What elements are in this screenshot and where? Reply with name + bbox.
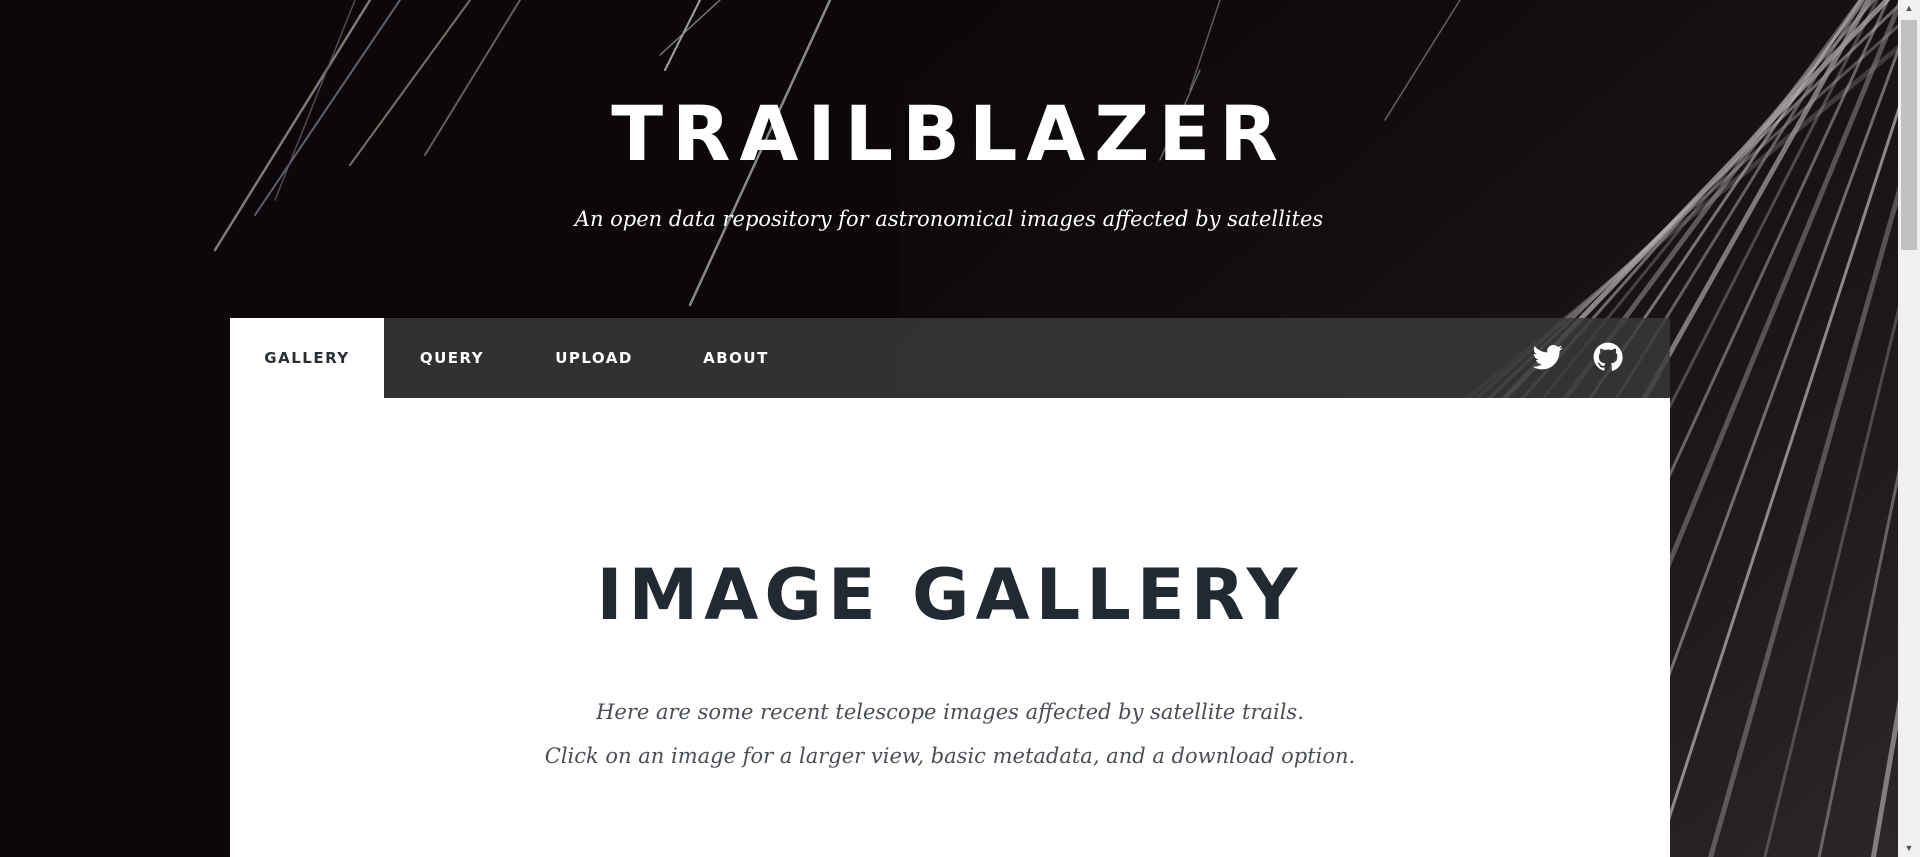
gallery-panel: IMAGE GALLERY Here are some recent teles…: [230, 398, 1670, 857]
page-title: IMAGE GALLERY: [596, 554, 1304, 636]
main-nav: GALLERY QUERY UPLOAD ABOUT: [230, 318, 1670, 398]
intro-line-2: Click on an image for a larger view, bas…: [544, 744, 1356, 768]
page-scrollbar[interactable]: ▲ ▼: [1898, 0, 1920, 857]
github-icon[interactable]: [1593, 342, 1623, 372]
intro-line-1: Here are some recent telescope images af…: [596, 700, 1304, 724]
nav-tab-query[interactable]: QUERY: [384, 318, 520, 398]
scroll-up-arrow-icon[interactable]: ▲: [1898, 0, 1920, 17]
nav-tab-upload[interactable]: UPLOAD: [520, 318, 668, 398]
scroll-down-arrow-icon[interactable]: ▼: [1898, 840, 1920, 857]
site-title: TRAILBLAZER: [611, 89, 1287, 178]
nav-tab-about[interactable]: ABOUT: [668, 318, 804, 398]
nav-tab-gallery[interactable]: GALLERY: [230, 318, 384, 398]
gallery-intro: Here are some recent telescope images af…: [230, 690, 1670, 778]
site-subtitle: An open data repository for astronomical…: [574, 207, 1324, 231]
twitter-icon[interactable]: [1532, 342, 1563, 372]
scrollbar-thumb[interactable]: [1901, 20, 1917, 250]
